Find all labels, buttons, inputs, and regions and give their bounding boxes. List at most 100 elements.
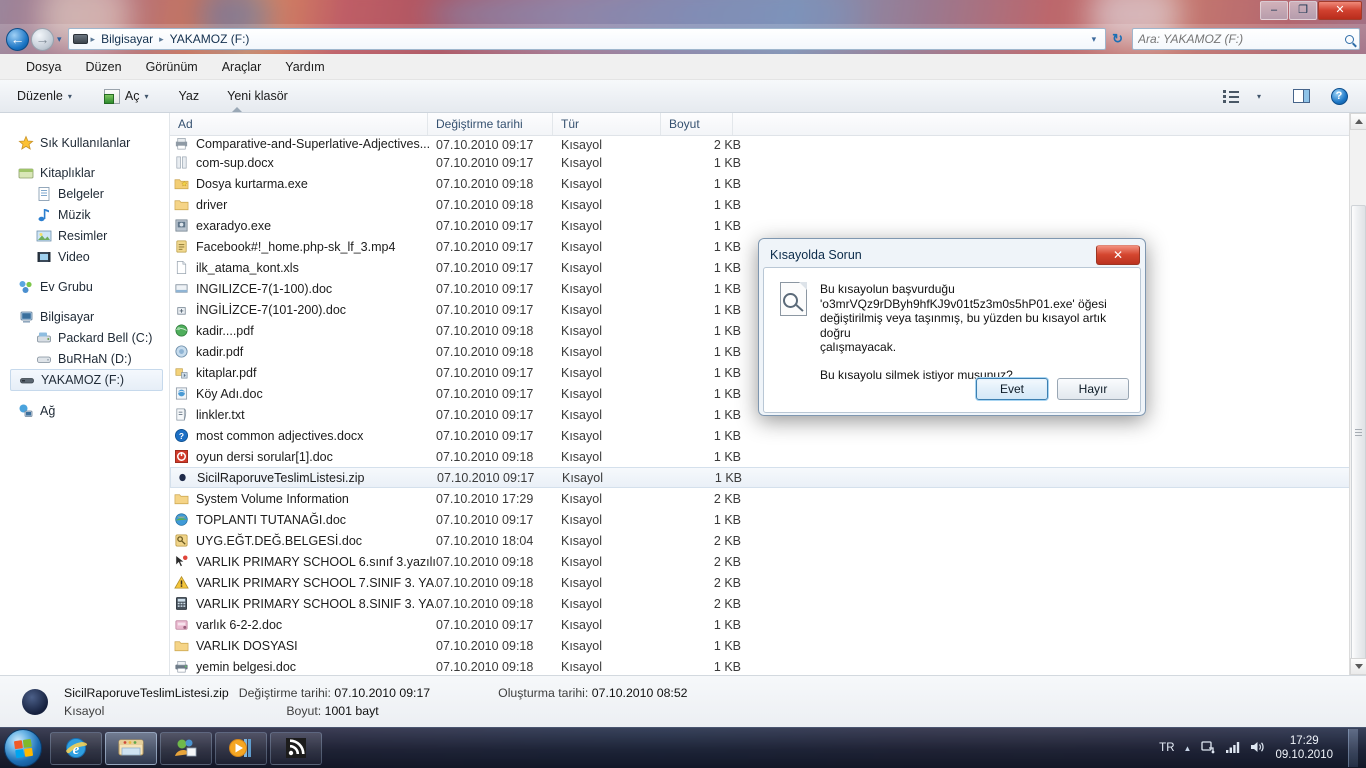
menu-item-araclar[interactable]: Araçlar <box>210 57 274 77</box>
system-tray: TR ▲ 17:29 09.10.2010 <box>1159 729 1366 767</box>
table-row[interactable]: UYG.EĞT.DEĞ.BELGESİ.doc 07.10.2010 18:04 K… <box>170 530 1366 551</box>
table-row[interactable]: VARLIK PRIMARY SCHOOL 7.SINIF 3. YA... 07… <box>170 572 1366 593</box>
back-button[interactable]: ← <box>6 27 29 51</box>
file-name-label: kitaplar.pdf <box>196 365 257 380</box>
action-center-icon[interactable] <box>1200 739 1216 758</box>
dialog-yes-button[interactable]: Evet <box>976 378 1048 400</box>
dialog-no-button[interactable]: Hayır <box>1057 378 1129 400</box>
details-created-value: 07.10.2010 08:52 <box>591 685 688 700</box>
show-desktop-button[interactable] <box>1348 729 1358 767</box>
window-titlebar[interactable]: – ❐ ✕ <box>0 0 1366 24</box>
search-input[interactable] <box>1138 32 1345 46</box>
refresh-icon[interactable]: ↻ <box>1106 31 1129 47</box>
chevron-down-icon: ▾ <box>144 91 149 101</box>
organize-button[interactable]: Düzenle ▾ <box>8 85 81 107</box>
table-row[interactable]: VARLIK PRIMARY SCHOOL 6.sınıf 3.yazılı..… <box>170 551 1366 572</box>
menu-item-yardim[interactable]: Yardım <box>273 57 336 77</box>
menu-item-duzen[interactable]: Düzen <box>73 57 133 77</box>
minimize-button[interactable]: – <box>1260 1 1288 20</box>
table-row[interactable]: ? most common adjectives.docx 07.10.2010 0… <box>170 425 1366 446</box>
show-hidden-icons-chevron[interactable]: ▲ <box>1184 744 1192 753</box>
clock[interactable]: 17:29 09.10.2010 <box>1275 734 1333 762</box>
sidebar-item-yakamoz-f[interactable]: YAKAMOZ (F:) <box>10 369 163 391</box>
usb-drive-icon <box>19 372 35 388</box>
burn-button[interactable]: Yaz <box>170 85 209 107</box>
history-dropdown-icon[interactable]: ▾ <box>57 34 62 45</box>
menu-item-gorunum[interactable]: Görünüm <box>134 57 210 77</box>
sidebar-item-video[interactable]: Video <box>0 246 169 267</box>
sidebar-item-homegroup[interactable]: Ev Grubu <box>0 276 169 297</box>
table-row[interactable]: Comparative-and-Superlative-Adjectives..… <box>170 136 1366 152</box>
table-row[interactable]: System Volume Information 07.10.2010 17:2… <box>170 488 1366 509</box>
sidebar-item-music[interactable]: Müzik <box>0 204 169 225</box>
table-row[interactable]: varlık 6-2-2.doc 07.10.2010 09:17 Kısayol 1… <box>170 614 1366 635</box>
open-button[interactable]: Aç ▾ <box>95 85 158 108</box>
forward-button[interactable]: → <box>31 27 54 51</box>
maximize-button[interactable]: ❐ <box>1289 1 1317 20</box>
sidebar-item-documents[interactable]: Belgeler <box>0 183 169 204</box>
cell-modified-date: 07.10.2010 09:17 <box>436 512 534 527</box>
taskbar-item-feed-reader[interactable] <box>270 731 322 765</box>
cell-size: 1 KB <box>713 260 741 275</box>
table-row[interactable]: VARLIK PRIMARY SCHOOL 8.SINIF 3. YA... 07… <box>170 593 1366 614</box>
breadcrumb-item-computer[interactable]: Bilgisayar <box>98 31 156 47</box>
table-row[interactable]: Dosya kurtarma.exe 07.10.2010 09:18 Kısayo… <box>170 173 1366 194</box>
file-name-label: VARLIK PRIMARY SCHOOL 7.SINIF 3. YA... <box>196 575 436 590</box>
menu-item-dosya[interactable]: Dosya <box>14 57 73 77</box>
language-indicator[interactable]: TR <box>1159 742 1174 754</box>
sidebar-item-favorites[interactable]: Sık Kullanılanlar <box>0 132 169 153</box>
column-header-type[interactable]: Tür <box>553 113 661 135</box>
sidebar-item-packard-bell-c[interactable]: Packard Bell (C:) <box>0 327 169 348</box>
taskbar-item-messenger[interactable] <box>160 731 212 765</box>
scroll-down-button[interactable] <box>1350 658 1366 675</box>
folder-icon <box>174 197 190 213</box>
column-header-date[interactable]: Değiştirme tarihi <box>428 113 553 135</box>
sidebar-item-computer[interactable]: Bilgisayar <box>0 306 169 327</box>
search-box[interactable] <box>1132 28 1360 50</box>
sidebar-item-pictures[interactable]: Resimler <box>0 225 169 246</box>
address-dropdown-icon[interactable]: ▾ <box>1087 34 1102 45</box>
help-button[interactable]: ? <box>1326 85 1352 107</box>
cell-file-name: kadir....pdf <box>174 323 436 339</box>
table-row[interactable]: com-sup.docx 07.10.2010 09:17 Kısayol 1 KB <box>170 152 1366 173</box>
table-row[interactable]: oyun dersi sorular[1].doc 07.10.2010 09:1… <box>170 446 1366 467</box>
table-row[interactable]: driver 07.10.2010 09:18 Kısayol 1 KB <box>170 194 1366 215</box>
taskbar-item-media-player[interactable] <box>215 731 267 765</box>
volume-icon[interactable] <box>1250 740 1266 757</box>
dialog-titlebar[interactable]: Kısayolda Sorun ✕ <box>763 243 1141 267</box>
sidebar-item-network[interactable]: Ağ <box>0 400 169 421</box>
address-bar[interactable]: ▸ Bilgisayar ▸ YAKAMOZ (F:) ▾ <box>67 28 1107 50</box>
network-signal-icon[interactable] <box>1225 740 1241 757</box>
dialog-close-button[interactable]: ✕ <box>1096 245 1140 265</box>
details-size-value: 1001 bayt <box>324 703 379 718</box>
view-options-button[interactable] <box>1218 85 1244 107</box>
sidebar-item-burhan-d[interactable]: BuRHaN (D:) <box>0 348 169 369</box>
file-name-label: Köy Adı.doc <box>196 386 263 401</box>
table-row[interactable]: TOPLANTI TUTANAĞI.doc 07.10.2010 09:17 Kıs… <box>170 509 1366 530</box>
table-row[interactable]: yemin belgesi.doc 07.10.2010 09:18 Kısayol… <box>170 656 1366 675</box>
new-folder-button[interactable]: Yeni klasör <box>218 85 297 107</box>
breadcrumb-item-yakamoz[interactable]: YAKAMOZ (F:) <box>167 31 253 47</box>
scrollbar-thumb[interactable] <box>1351 205 1366 660</box>
sidebar-item-libraries[interactable]: Kitaplıklar <box>0 162 169 183</box>
details-size-label: Boyut: <box>286 703 322 718</box>
vertical-scrollbar[interactable] <box>1349 113 1366 675</box>
preview-pane-button[interactable] <box>1288 85 1314 107</box>
scrollbar-grip-icon <box>1355 427 1362 438</box>
cell-type: Kısayol <box>561 554 602 569</box>
cell-type: Kısayol <box>561 239 602 254</box>
close-button[interactable]: ✕ <box>1318 1 1362 20</box>
cell-type: Kısayol <box>561 138 602 152</box>
table-row[interactable]: SicilRaporuveTeslimListesi.zip 07.10.2010… <box>170 467 1366 488</box>
column-header-size[interactable]: Boyut <box>661 113 733 135</box>
column-header-name[interactable]: Ad <box>170 107 428 135</box>
view-dropdown-button[interactable]: ▾ <box>1246 85 1272 107</box>
table-row[interactable]: exaradyo.exe 07.10.2010 09:17 Kısayol 1 KB <box>170 215 1366 236</box>
cell-modified-date: 07.10.2010 09:18 <box>436 176 534 191</box>
taskbar-item-windows-explorer[interactable] <box>105 731 157 765</box>
start-button[interactable] <box>4 729 42 767</box>
table-row[interactable]: VARLIK DOSYASI 07.10.2010 09:18 Kısayol 1 K… <box>170 635 1366 656</box>
cell-type: Kısayol <box>561 197 602 212</box>
taskbar-item-internet-explorer[interactable]: e <box>50 731 102 765</box>
scroll-up-button[interactable] <box>1350 113 1366 130</box>
